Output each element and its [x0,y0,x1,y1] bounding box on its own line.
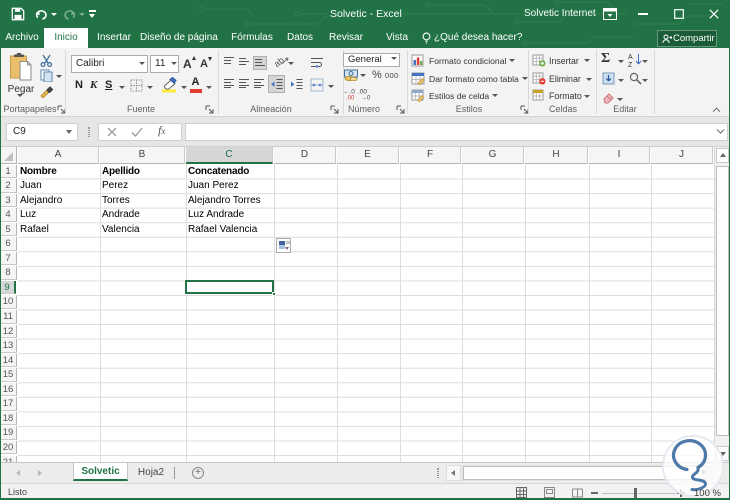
svg-text:→0: →0 [361,96,371,101]
svg-text:←.0: ←.0 [343,89,355,96]
svg-text:.00: .00 [346,96,355,101]
svg-text:.00: .00 [358,89,367,96]
svg-text:Z: Z [628,62,633,68]
svg-text:A: A [628,54,633,61]
